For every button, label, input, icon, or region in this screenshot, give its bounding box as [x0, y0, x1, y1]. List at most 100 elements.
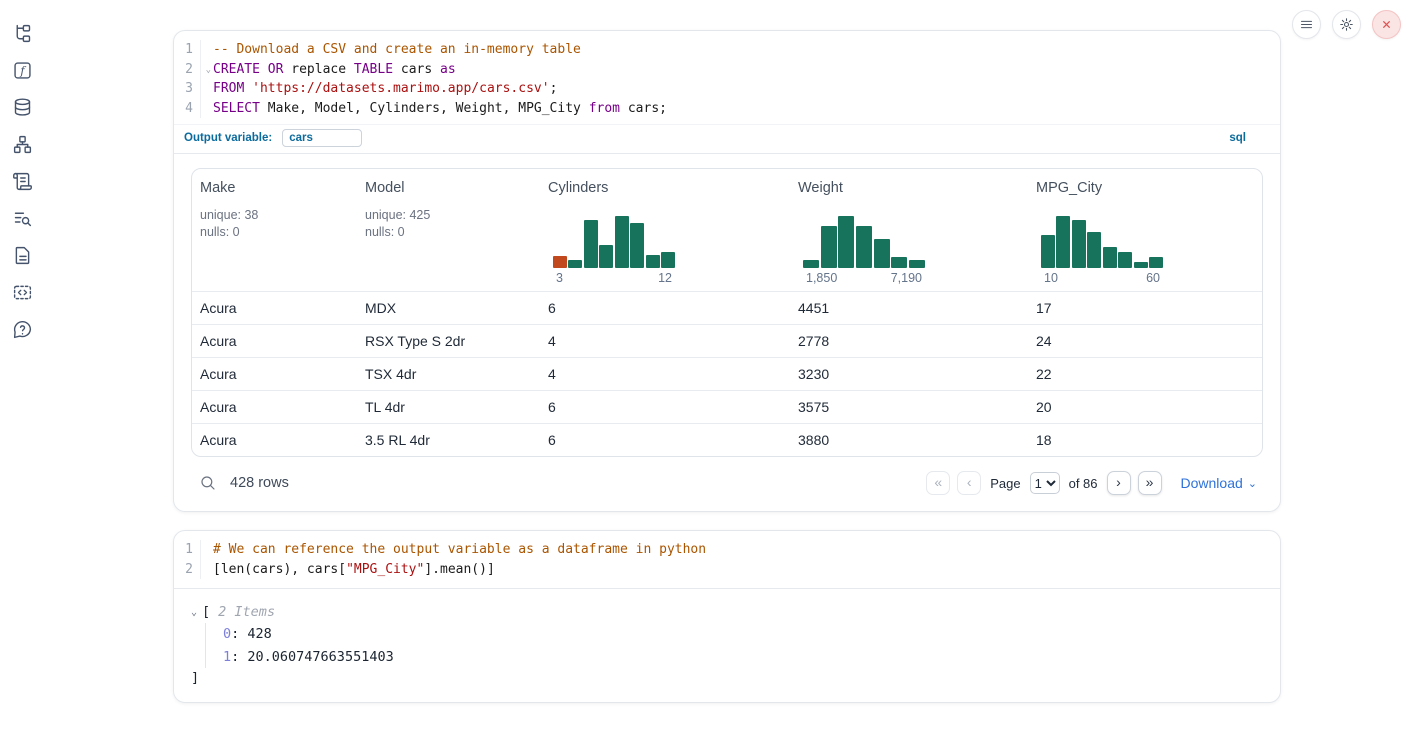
- fold-chevron-icon[interactable]: ⌄: [206, 61, 211, 81]
- cell-weight: 3575: [790, 399, 1028, 415]
- next-page-button[interactable]: ›: [1107, 471, 1131, 495]
- table-row[interactable]: Acura MDX 6 4451 17: [192, 291, 1262, 324]
- dependency-graph-icon[interactable]: [11, 133, 33, 155]
- code-line: 4 SELECT Make, Model, Cylinders, Weight,…: [174, 99, 1280, 119]
- search-button[interactable]: [199, 474, 217, 492]
- cell-model: RSX Type S 2dr: [357, 333, 540, 349]
- code-line: 1 -- Download a CSV and create an in-mem…: [174, 40, 1280, 60]
- histogram-bars: [553, 216, 675, 268]
- column-header-mpg-city[interactable]: MPG_City: [1028, 169, 1262, 291]
- variables-icon[interactable]: f: [11, 59, 33, 81]
- histogram-bars: [1041, 216, 1163, 268]
- separator: :: [231, 626, 247, 642]
- table-header: Make unique: 38 nulls: 0 Model unique: 4…: [192, 169, 1262, 291]
- page-select[interactable]: 1: [1030, 472, 1060, 494]
- line-number: 2: [174, 560, 201, 580]
- download-button[interactable]: Download ⌄: [1181, 475, 1257, 491]
- separator: :: [231, 649, 247, 665]
- last-page-button[interactable]: »: [1138, 471, 1162, 495]
- histogram-bar: [874, 239, 890, 268]
- page-total: of 86: [1069, 476, 1098, 491]
- last-page-icon: »: [1146, 474, 1154, 490]
- table-row[interactable]: Acura RSX Type S 2dr 4 2778 24: [192, 324, 1262, 357]
- null-count: nulls: 0: [200, 224, 349, 241]
- axis-max: 60: [1146, 271, 1160, 285]
- axis-max: 12: [658, 271, 672, 285]
- collapse-chevron-icon[interactable]: ⌄: [191, 607, 197, 618]
- svg-text:f: f: [19, 63, 26, 77]
- histogram-bar: [1103, 247, 1117, 268]
- gear-icon: [1339, 17, 1354, 32]
- first-page-button[interactable]: «: [926, 471, 950, 495]
- histogram-bar: [1149, 257, 1163, 268]
- python-code-editor[interactable]: 1 # We can reference the output variable…: [174, 531, 1280, 589]
- column-header-model[interactable]: Model unique: 425 nulls: 0: [357, 169, 540, 291]
- database-icon[interactable]: [11, 96, 33, 118]
- sql-text: Make, Model, Cylinders, Weight, MPG_City: [268, 101, 589, 116]
- output-variable-input[interactable]: [282, 129, 362, 147]
- column-header-cylinders[interactable]: Cylinders: [540, 169, 790, 291]
- python-cell: 1 # We can reference the output variable…: [173, 530, 1281, 703]
- cell-model: TL 4dr: [357, 399, 540, 415]
- sql-cell: 1 -- Download a CSV and create an in-mem…: [173, 30, 1281, 512]
- row-count: 428 rows: [230, 475, 289, 491]
- cell-make: Acura: [192, 432, 357, 448]
- table-row[interactable]: Acura TL 4dr 6 3575 20: [192, 390, 1262, 423]
- cell-cylinders: 6: [540, 300, 790, 316]
- first-page-icon: «: [934, 474, 942, 490]
- table-row[interactable]: Acura 3.5 RL 4dr 6 3880 18: [192, 423, 1262, 456]
- unique-count: unique: 425: [365, 207, 532, 224]
- python-text: [len(cars), cars[: [213, 562, 346, 577]
- cell-make: Acura: [192, 333, 357, 349]
- histogram-bar: [1072, 220, 1086, 268]
- line-number: 2⌄: [174, 60, 201, 80]
- axis-min: 1,850: [806, 271, 837, 285]
- sql-code-editor[interactable]: 1 -- Download a CSV and create an in-mem…: [174, 31, 1280, 124]
- table-footer: 428 rows « ‹ Page 1 of 86 › » Download ⌄: [191, 467, 1263, 499]
- line-number: 1: [174, 40, 201, 60]
- code-line: 2 [len(cars), cars["MPG_City"].mean()]: [174, 560, 1280, 580]
- left-panel-bar: f: [0, 0, 44, 729]
- cell-weight: 3230: [790, 366, 1028, 382]
- item-index: 0: [223, 626, 231, 642]
- null-count: nulls: 0: [365, 224, 532, 241]
- python-cell-output: ⌄ [ 2 Items 0: 428 1: 20.060747663551403…: [174, 589, 1280, 702]
- file-tree-icon[interactable]: [11, 22, 33, 44]
- cell-mpg-city: 22: [1028, 366, 1262, 382]
- sql-keyword: CREATE OR: [213, 62, 291, 77]
- histogram-bar: [553, 256, 567, 268]
- histogram-bar: [584, 220, 598, 268]
- logs-scroll-icon[interactable]: [11, 170, 33, 192]
- sql-string: 'https://datasets.marimo.app/cars.csv': [252, 81, 549, 96]
- histogram-bar: [1134, 262, 1148, 268]
- line-number: 3: [174, 79, 201, 99]
- cell-weight: 4451: [790, 300, 1028, 316]
- histogram-bar: [909, 260, 925, 268]
- histogram-bar: [615, 216, 629, 268]
- documentation-icon[interactable]: [11, 244, 33, 266]
- line-number: 1: [174, 540, 201, 560]
- histogram-bar: [646, 255, 660, 268]
- column-name: Weight: [798, 180, 1020, 196]
- code-line: 2⌄ CREATE OR replace TABLE cars as: [174, 60, 1280, 80]
- histogram-axis: 10 60: [1041, 271, 1163, 285]
- close-bracket: ]: [191, 670, 1263, 686]
- snippets-icon[interactable]: [11, 281, 33, 303]
- histogram-bar: [599, 245, 613, 268]
- search-logs-icon[interactable]: [11, 207, 33, 229]
- table-row[interactable]: Acura TSX 4dr 4 3230 22: [192, 357, 1262, 390]
- menu-button[interactable]: [1292, 10, 1321, 39]
- items-count: 2 Items: [218, 604, 275, 620]
- unique-count: unique: 38: [200, 207, 349, 224]
- python-comment: # We can reference the output variable a…: [213, 542, 706, 557]
- settings-button[interactable]: [1332, 10, 1361, 39]
- column-header-make[interactable]: Make unique: 38 nulls: 0: [192, 169, 357, 291]
- cell-model: TSX 4dr: [357, 366, 540, 382]
- code-line: 1 # We can reference the output variable…: [174, 540, 1280, 560]
- prev-page-button[interactable]: ‹: [957, 471, 981, 495]
- shutdown-button[interactable]: [1372, 10, 1401, 39]
- column-header-weight[interactable]: Weight: [790, 169, 1028, 291]
- help-icon[interactable]: [11, 318, 33, 340]
- histogram-bars: [803, 216, 925, 268]
- column-stats: unique: 425 nulls: 0: [365, 207, 532, 241]
